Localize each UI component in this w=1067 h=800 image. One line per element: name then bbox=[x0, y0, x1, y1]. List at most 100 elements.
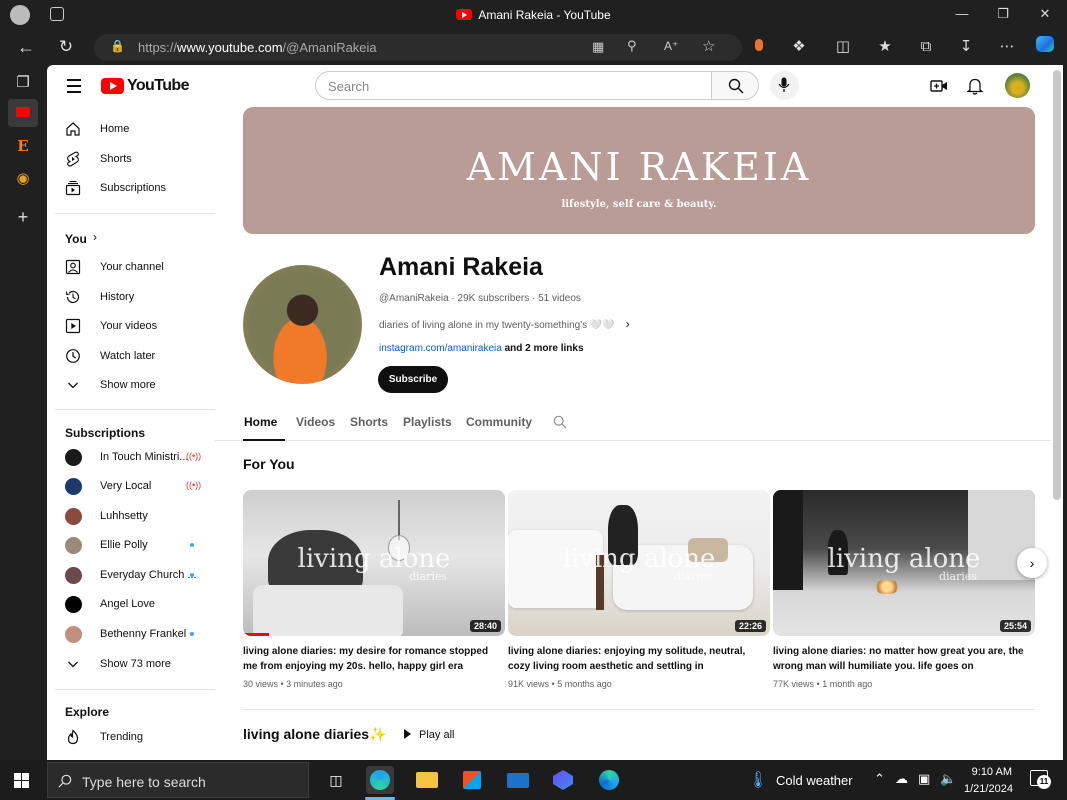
back-icon[interactable]: ← bbox=[15, 36, 37, 58]
page-scrollbar[interactable] bbox=[1053, 70, 1061, 500]
tab-actions-icon[interactable]: ❐ bbox=[8, 69, 38, 97]
guide-item-shorts[interactable]: Shorts bbox=[47, 145, 215, 174]
read-aloud-icon[interactable]: A⁺ bbox=[664, 39, 678, 53]
guide-item-history[interactable]: History bbox=[47, 283, 215, 312]
video-count: 51 videos bbox=[538, 293, 581, 304]
extension-orange-icon[interactable] bbox=[748, 36, 770, 58]
lock-icon[interactable]: 🔒 bbox=[110, 39, 125, 53]
tab-playlists[interactable]: Playlists bbox=[403, 415, 452, 429]
chevron-up-icon[interactable]: ⌃ bbox=[874, 771, 885, 787]
app-available-icon[interactable]: ▦ bbox=[592, 39, 604, 55]
guide-item-show-more[interactable]: Show more bbox=[47, 371, 215, 400]
weather-icon[interactable]: 🌡 bbox=[748, 770, 768, 790]
url-text[interactable]: https://www.youtube.com/@AmaniRakeia bbox=[138, 40, 377, 55]
show-more-subscriptions[interactable]: Show 73 more bbox=[47, 650, 215, 679]
volume-icon[interactable]: 🔈 bbox=[940, 771, 956, 787]
channel-avatar-large[interactable] bbox=[243, 265, 362, 384]
subscription-item[interactable]: In Touch Ministri... ((•)) bbox=[47, 443, 215, 472]
channel-description[interactable]: diaries of living alone in my twenty-som… bbox=[379, 317, 630, 331]
tab-home[interactable]: Home bbox=[244, 415, 277, 429]
tab-shorts[interactable]: Shorts bbox=[350, 415, 388, 429]
subscribe-button[interactable]: Subscribe bbox=[378, 366, 448, 393]
mail-icon[interactable] bbox=[504, 766, 532, 794]
subscriptions-section-title: Subscriptions bbox=[65, 426, 146, 440]
taskbar-search-input[interactable]: Type here to search bbox=[47, 762, 309, 798]
video-views: 77K views bbox=[773, 679, 815, 689]
extensions-icon[interactable]: ❖ bbox=[788, 36, 810, 58]
guide-label-your-channel: Your channel bbox=[100, 261, 164, 273]
collections-icon[interactable]: ⧉ bbox=[915, 36, 937, 58]
guide-item-your-channel[interactable]: Your channel bbox=[47, 253, 215, 282]
guide-item-trending[interactable]: Trending bbox=[47, 723, 215, 752]
edge-alt-icon[interactable] bbox=[595, 766, 623, 794]
add-tab-icon[interactable]: + bbox=[8, 203, 38, 231]
channel-search-icon[interactable] bbox=[553, 415, 567, 429]
video-title[interactable]: living alone diaries: my desire for roma… bbox=[243, 644, 495, 674]
guide-you-header[interactable]: You › bbox=[47, 224, 215, 253]
favorites-icon[interactable]: ★ bbox=[874, 36, 896, 58]
video-thumbnail[interactable]: living alone diaries 28:40 bbox=[243, 490, 505, 636]
create-video-icon[interactable] bbox=[930, 79, 948, 93]
more-menu-icon[interactable]: ⋯ bbox=[996, 36, 1018, 58]
channel-handle: @AmaniRakeia bbox=[379, 293, 449, 304]
user-avatar[interactable] bbox=[1005, 73, 1030, 98]
menu-icon[interactable] bbox=[67, 79, 81, 97]
split-screen-icon[interactable]: ◫ bbox=[832, 36, 854, 58]
tab-community[interactable]: Community bbox=[466, 415, 532, 429]
notification-center-icon[interactable]: 11 bbox=[1030, 770, 1051, 789]
guide-item-watch-later[interactable]: Watch later bbox=[47, 342, 215, 371]
clock-date[interactable]: 1/21/2024 bbox=[964, 783, 1013, 795]
clock-time[interactable]: 9:10 AM bbox=[966, 766, 1012, 778]
favorite-star-icon[interactable]: ☆ bbox=[702, 37, 715, 55]
guide-item-subscriptions[interactable]: Subscriptions bbox=[47, 174, 215, 203]
video-thumbnail[interactable]: living alone diaries 22:26 bbox=[508, 490, 770, 636]
address-bar[interactable]: 🔒 https://www.youtube.com/@AmaniRakeia ▦… bbox=[94, 34, 742, 61]
subscription-item[interactable]: Angel Love bbox=[47, 590, 215, 619]
guide-label-history: History bbox=[100, 291, 135, 303]
copilot-icon[interactable] bbox=[1034, 36, 1056, 58]
youtube-tab-icon[interactable] bbox=[8, 99, 38, 127]
video-title[interactable]: living alone diaries: enjoying my solitu… bbox=[508, 644, 760, 674]
onedrive-icon[interactable]: ☁ bbox=[895, 771, 908, 787]
video-meta: 30 views • 3 minutes ago bbox=[243, 679, 343, 689]
tab-videos[interactable]: Videos bbox=[296, 415, 335, 429]
etsy-tab-icon[interactable]: E bbox=[8, 132, 38, 160]
guide-item-home[interactable]: Home bbox=[47, 115, 215, 144]
video-title[interactable]: living alone diaries: no matter how grea… bbox=[773, 644, 1025, 674]
video-meta: 91K views • 5 months ago bbox=[508, 679, 612, 689]
home-icon bbox=[66, 122, 80, 136]
network-icon[interactable]: ▣ bbox=[918, 771, 930, 787]
microsoft-store-icon[interactable] bbox=[458, 766, 486, 794]
playlist-section-title[interactable]: living alone diaries✨ bbox=[243, 726, 386, 743]
video-thumbnail[interactable]: living alone diaries 25:54 bbox=[773, 490, 1035, 636]
search-input[interactable]: Search bbox=[315, 71, 712, 100]
subscription-item[interactable]: Everyday Church ... bbox=[47, 561, 215, 590]
restore-button[interactable]: ❐ bbox=[993, 6, 1013, 24]
voice-search-button[interactable] bbox=[770, 71, 799, 100]
close-button[interactable]: ✕ bbox=[1035, 6, 1055, 24]
play-all-button[interactable]: Play all bbox=[404, 729, 454, 741]
subscription-item[interactable]: Ellie Polly bbox=[47, 531, 215, 560]
task-view-icon[interactable]: ◫ bbox=[322, 766, 350, 794]
weather-text[interactable]: Cold weather bbox=[776, 773, 853, 788]
file-explorer-icon[interactable] bbox=[413, 766, 441, 794]
more-links[interactable]: and 2 more links bbox=[505, 343, 584, 354]
youtube-logo[interactable]: YouTube bbox=[101, 76, 189, 96]
game-tab-icon[interactable]: ◉ bbox=[8, 165, 38, 193]
notifications-bell-icon[interactable] bbox=[967, 77, 983, 95]
zoom-icon[interactable]: ⚲ bbox=[627, 38, 637, 54]
carousel-next-button[interactable]: › bbox=[1017, 548, 1047, 578]
clipchamp-icon[interactable] bbox=[549, 766, 577, 794]
instagram-link[interactable]: instagram.com/amanirakeia bbox=[379, 343, 502, 354]
edge-taskbar-icon[interactable] bbox=[366, 766, 394, 794]
minimize-button[interactable]: — bbox=[952, 6, 972, 24]
subscription-item[interactable]: Luhhsetty bbox=[47, 502, 215, 531]
guide-item-your-videos[interactable]: Your videos bbox=[47, 312, 215, 341]
search-button[interactable] bbox=[711, 71, 759, 100]
subscription-item[interactable]: Bethenny Frankel bbox=[47, 620, 215, 649]
subscription-item[interactable]: Very Local ((•)) bbox=[47, 472, 215, 501]
windows-start-icon[interactable] bbox=[14, 773, 30, 789]
refresh-icon[interactable]: ↻ bbox=[55, 36, 77, 58]
downloads-icon[interactable]: ↧ bbox=[955, 36, 977, 58]
window-title-text: Amani Rakeia - YouTube bbox=[478, 8, 611, 22]
